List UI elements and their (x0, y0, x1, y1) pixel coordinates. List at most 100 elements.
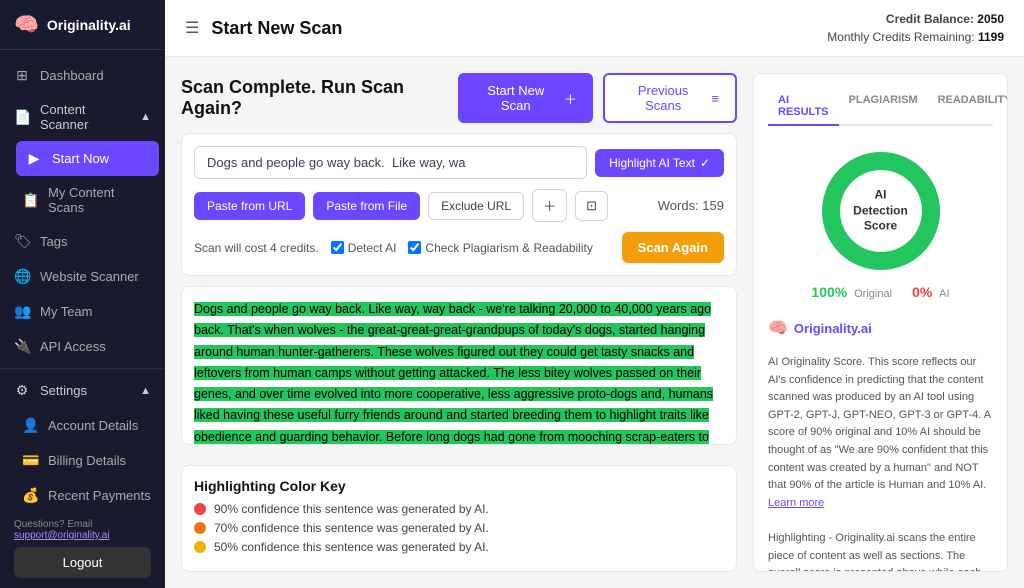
sidebar-item-content-scanner[interactable]: 📄 Content Scanner ▲ (0, 93, 165, 141)
hamburger-icon[interactable]: ☰ (185, 18, 199, 38)
detect-ai-checkbox-label[interactable]: Detect AI (331, 241, 397, 255)
donut-label: AI DetectionScore (848, 188, 913, 235)
scan-cost-text: Scan will cost 4 credits. (194, 241, 319, 255)
results-tabs: AI RESULTS PLAGIARISM READABILITY (768, 88, 993, 126)
highlighted-text: Dogs and people go way back. Like way, w… (194, 302, 713, 445)
credit-info: Credit Balance: 2050 Monthly Credits Rem… (827, 10, 1004, 46)
sidebar-item-tags[interactable]: 🏷 Tags (0, 224, 165, 259)
sidebar-item-api-access[interactable]: 🔌 API Access (0, 329, 165, 364)
exclude-url-button[interactable]: Exclude URL (428, 192, 524, 220)
sidebar: 🧠 Originality.ai ⊞ Dashboard 📄 Content S… (0, 0, 165, 588)
user-icon: 👤 (22, 417, 38, 434)
copy-icon-button[interactable]: ⊡ (575, 191, 608, 221)
sidebar-item-label: Website Scanner (40, 269, 139, 284)
tag-icon: 🏷 (14, 233, 30, 250)
highlight-ai-text-button[interactable]: Highlight AI Text ✓ (595, 149, 724, 177)
sidebar-item-website-scanner[interactable]: 🌐 Website Scanner (0, 259, 165, 294)
scan-input-row: Highlight AI Text ✓ (194, 146, 724, 179)
sidebar-item-dashboard[interactable]: ⊞ Dashboard (0, 58, 165, 93)
score-original: 100% Original (811, 284, 892, 300)
scan-text-input[interactable] (194, 146, 587, 179)
color-key-item-90: 90% confidence this sentence was generat… (194, 502, 724, 516)
chevron-up-icon: ▲ (140, 385, 151, 397)
sidebar-item-recent-payments[interactable]: 💰 Recent Payments (8, 478, 165, 509)
sidebar-item-my-team[interactable]: 👥 My Team (0, 294, 165, 329)
main-content: ☰ Start New Scan Credit Balance: 2050 Mo… (165, 0, 1024, 588)
scan-options-row: Scan will cost 4 credits. Detect AI Chec… (194, 232, 724, 263)
sidebar-item-label: Start Now (52, 151, 109, 166)
scan-header: Scan Complete. Run Scan Again? Start New… (181, 73, 737, 123)
donut-chart: AI DetectionScore (816, 146, 946, 276)
score-row: 100% Original 0% AI (811, 284, 949, 300)
header-right: Credit Balance: 2050 Monthly Credits Rem… (827, 10, 1004, 46)
color-dot-orange (194, 522, 206, 534)
sidebar-item-billing-details[interactable]: 💳 Billing Details (8, 443, 165, 478)
checkmark-icon: ✓ (700, 156, 710, 170)
brand-icon: 🧠 (768, 318, 788, 338)
dashboard-icon: ⊞ (14, 67, 30, 84)
sidebar-logo: 🧠 Originality.ai (0, 0, 165, 50)
scans-icon: 📋 (22, 192, 38, 209)
start-new-scan-button[interactable]: Start New Scan ＋ (458, 73, 593, 123)
left-panel: Scan Complete. Run Scan Again? Start New… (181, 73, 737, 572)
globe-icon: 🌐 (14, 268, 30, 285)
scan-again-button[interactable]: Scan Again (622, 232, 724, 263)
scanner-icon: 📄 (14, 109, 30, 126)
tab-plagiarism[interactable]: PLAGIARISM (839, 88, 928, 126)
color-key-item-50: 50% confidence this sentence was generat… (194, 540, 724, 554)
sidebar-item-label: Billing Details (48, 453, 126, 468)
scan-input-box: Highlight AI Text ✓ Paste from URL Paste… (181, 133, 737, 276)
score-description: AI Originality Score. This score reflect… (768, 354, 993, 572)
sidebar-item-label: Dashboard (40, 68, 104, 83)
support-text: Questions? Email support@originality.ai (14, 519, 151, 541)
play-icon: ▶ (26, 150, 42, 167)
color-dot-yellow (194, 541, 206, 553)
sidebar-item-label: Content Scanner (40, 102, 130, 132)
plus-icon: ＋ (564, 89, 577, 108)
sidebar-item-my-content-scans[interactable]: 📋 My Content Scans (8, 176, 165, 224)
paste-from-url-button[interactable]: Paste from URL (194, 192, 305, 220)
plagiarism-checkbox-label[interactable]: Check Plagiarism & Readability (408, 241, 592, 255)
detect-ai-checkbox[interactable] (331, 241, 344, 254)
sidebar-item-label: Settings (40, 383, 87, 398)
plagiarism-checkbox[interactable] (408, 241, 421, 254)
color-key-title: Highlighting Color Key (194, 478, 724, 494)
sidebar-item-label: Recent Payments (48, 488, 151, 503)
sidebar-item-label: My Content Scans (48, 185, 151, 215)
scan-actions: Start New Scan ＋ Previous Scans ≡ (458, 73, 737, 123)
right-panel: AI RESULTS PLAGIARISM READABILITY AI Det… (753, 73, 1008, 572)
text-content-area: Dogs and people go way back. Like way, w… (181, 286, 737, 445)
card-icon: 💳 (22, 452, 38, 469)
paste-from-file-button[interactable]: Paste from File (313, 192, 420, 220)
team-icon: 👥 (14, 303, 30, 320)
score-ai: 0% AI (912, 284, 950, 300)
sidebar-item-label: Tags (40, 234, 67, 249)
learn-more-link[interactable]: Learn more (768, 497, 824, 509)
sidebar-item-start-now[interactable]: ▶ Start Now (16, 141, 159, 176)
brain-icon: 🧠 (14, 12, 39, 37)
list-icon: ≡ (711, 91, 719, 106)
sidebar-item-account-details[interactable]: 👤 Account Details (8, 408, 165, 443)
logout-button[interactable]: Logout (14, 547, 151, 578)
tab-readability[interactable]: READABILITY (928, 88, 1008, 126)
header-left: ☰ Start New Scan (185, 18, 342, 39)
words-count: Words: 159 (658, 198, 724, 213)
add-icon-button[interactable]: ＋ (532, 189, 567, 222)
sidebar-item-settings[interactable]: ⚙ Settings ▲ (0, 373, 165, 408)
scan-complete-title: Scan Complete. Run Scan Again? (181, 77, 458, 119)
brand-row: 🧠 Originality.ai (768, 318, 993, 338)
scan-buttons-row: Paste from URL Paste from File Exclude U… (194, 189, 724, 222)
sidebar-item-label: API Access (40, 339, 106, 354)
sidebar-footer: Questions? Email support@originality.ai … (0, 509, 165, 588)
logo-text: Originality.ai (47, 17, 131, 33)
previous-scans-button[interactable]: Previous Scans ≡ (603, 73, 737, 123)
money-icon: 💰 (22, 487, 38, 504)
gear-icon: ⚙ (14, 382, 30, 399)
support-email-link[interactable]: support@originality.ai (14, 530, 110, 541)
top-header: ☰ Start New Scan Credit Balance: 2050 Mo… (165, 0, 1024, 57)
content-area: Scan Complete. Run Scan Again? Start New… (165, 57, 1024, 588)
color-key-section: Highlighting Color Key 90% confidence th… (181, 465, 737, 572)
tab-ai-results[interactable]: AI RESULTS (768, 88, 839, 126)
page-title: Start New Scan (211, 18, 342, 39)
sidebar-nav: ⊞ Dashboard 📄 Content Scanner ▲ ▶ Start … (0, 50, 165, 509)
